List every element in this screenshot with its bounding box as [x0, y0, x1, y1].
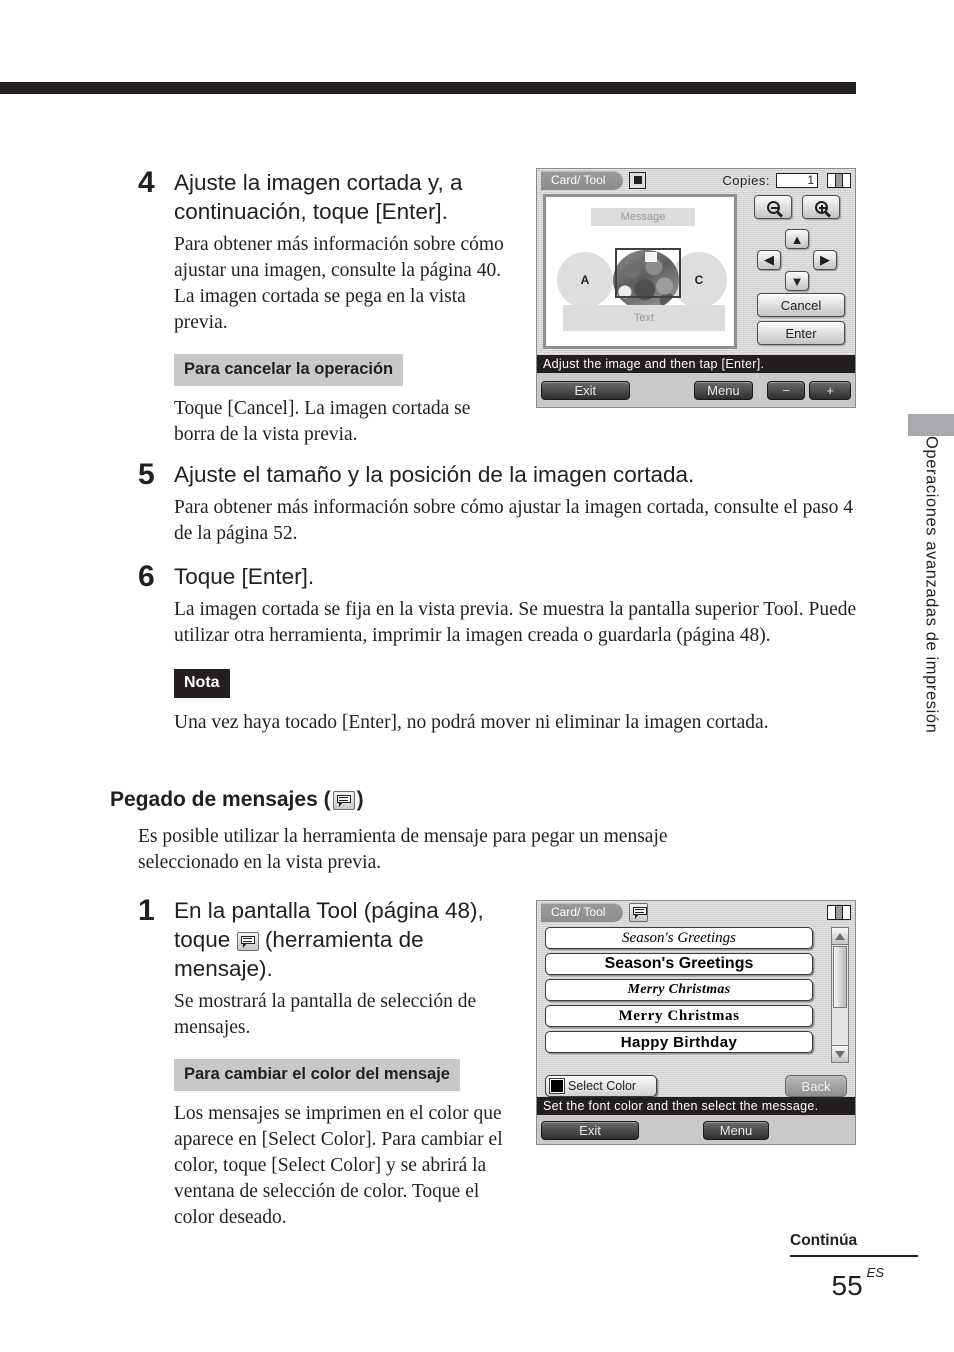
- back-button[interactable]: Back: [785, 1075, 847, 1097]
- page-number-value: 55: [831, 1270, 863, 1301]
- step-1-heading: En la pantalla Tool (página 48), toque (…: [174, 896, 513, 983]
- section-heading-text-before: Pegado de mensajes (: [110, 788, 331, 811]
- minus-button[interactable]: −: [767, 380, 806, 400]
- screen1-status-bar: Adjust the image and then tap [Enter].: [537, 355, 855, 373]
- device-screenshot-crop: Card/ Tool Copies: 1 Message A C Text ▲ …: [536, 168, 856, 408]
- step-1-number: 1: [138, 894, 155, 927]
- screen2-header: Card/ Tool: [537, 901, 855, 923]
- message-tool-icon-inline: [236, 932, 259, 951]
- step-6-heading: Toque [Enter].: [174, 564, 315, 589]
- move-down-button[interactable]: ▼: [785, 271, 809, 291]
- step-1: 1 En la pantalla Tool (página 48), toque…: [138, 896, 513, 1235]
- zoom-out-button[interactable]: [754, 195, 792, 219]
- section-intro: Es posible utilizar la herramienta de me…: [138, 826, 668, 873]
- note-badge: Nota: [174, 669, 230, 698]
- copies-label: Copies:: [722, 172, 770, 188]
- step-4-number: 4: [138, 166, 155, 199]
- list-item[interactable]: Happy Birthday: [545, 1031, 813, 1053]
- side-tab-label-wrap: Operaciones avanzadas de impresión: [908, 436, 954, 856]
- battery-icon-2: [827, 904, 851, 920]
- zoom-in-icon: [814, 200, 828, 214]
- list-item[interactable]: Merry Christmas: [545, 1005, 813, 1027]
- step-1-subheading: Para cambiar el color del mensaje: [174, 1059, 460, 1091]
- cancel-button[interactable]: Cancel: [757, 293, 845, 317]
- preview-canvas: Message A C Text: [549, 200, 731, 343]
- list-item[interactable]: Season's Greetings: [545, 953, 813, 975]
- step-4-body: Ajuste la imagen cortada y, a continuaci…: [174, 168, 508, 452]
- screen1-tab-pill[interactable]: Card/ Tool: [541, 170, 624, 190]
- exit-button-2[interactable]: Exit: [541, 1120, 639, 1140]
- text-placeholder[interactable]: Text: [563, 305, 725, 331]
- preview-area[interactable]: Message A C Text: [543, 194, 737, 349]
- list-item[interactable]: Season's Greetings: [545, 927, 813, 949]
- step-4-paragraph: Para obtener más información sobre cómo …: [174, 234, 504, 333]
- step-5: 5 Ajuste el tamaño y la posición de la i…: [138, 460, 858, 551]
- page-number: 55 ES: [790, 1265, 918, 1302]
- menu-button-2[interactable]: Menu: [703, 1120, 769, 1140]
- screen1-header: Card/ Tool Copies: 1: [537, 169, 855, 191]
- note-paragraph: Una vez haya tocado [Enter], no podrá mo…: [174, 712, 769, 733]
- step-1-sub-paragraph: Los mensajes se imprimen en el color que…: [174, 1102, 503, 1228]
- crop-selection-box[interactable]: [615, 248, 681, 298]
- select-color-button[interactable]: Select Color: [545, 1075, 657, 1097]
- color-swatch: [549, 1078, 565, 1094]
- step-6: 6 Toque [Enter]. La imagen cortada se fi…: [138, 562, 858, 740]
- page-lang-code: ES: [866, 1264, 884, 1280]
- scroll-up-arrow-icon[interactable]: [832, 928, 848, 945]
- copies-value[interactable]: 1: [776, 172, 818, 188]
- list-item[interactable]: Merry Christmas: [545, 979, 813, 1001]
- step-5-number: 5: [138, 458, 155, 491]
- plus-button[interactable]: +: [809, 380, 851, 400]
- move-left-button[interactable]: ◀: [757, 250, 781, 270]
- step-1-body: En la pantalla Tool (página 48), toque (…: [174, 896, 513, 1235]
- screen1-bottom-bar: Exit Menu − +: [537, 373, 855, 407]
- zoom-out-icon: [766, 200, 780, 214]
- battery-icon: [827, 172, 851, 188]
- step-4-sub-paragraph: Toque [Cancel]. La imagen cortada se bor…: [174, 397, 471, 445]
- message-list: Season's Greetings Season's Greetings Me…: [545, 927, 813, 1057]
- zoom-in-button[interactable]: [802, 195, 840, 219]
- step-6-paragraph: La imagen cortada se fija en la vista pr…: [174, 599, 857, 646]
- crop-tool-icon[interactable]: [629, 171, 647, 189]
- continued-label: Continúa: [790, 1232, 918, 1257]
- scrollbar-thumb[interactable]: [833, 946, 847, 1008]
- direction-pad: ▲ ▼ ◀ ▶: [743, 229, 851, 295]
- step-6-body: Toque [Enter]. La imagen cortada se fija…: [174, 562, 858, 740]
- step-1-paragraph: Se mostrará la pantalla de selección de …: [174, 991, 477, 1038]
- screen2-action-row: Select Color Back: [537, 1069, 855, 1097]
- screen1-controls: ▲ ▼ ◀ ▶ Cancel Enter: [743, 195, 851, 347]
- step-4-subheading: Para cancelar la operación: [174, 354, 404, 386]
- message-tool-icon-header[interactable]: [629, 902, 649, 922]
- exit-button[interactable]: Exit: [541, 380, 630, 400]
- section-heading: Pegado de mensajes ( ): [110, 788, 364, 812]
- step-6-number: 6: [138, 560, 155, 593]
- step-4-heading: Ajuste la imagen cortada y, a continuaci…: [174, 170, 463, 224]
- enter-button[interactable]: Enter: [757, 321, 845, 345]
- section-heading-text-after: ): [356, 788, 364, 811]
- select-color-label: Select Color: [568, 1079, 637, 1093]
- menu-button[interactable]: Menu: [693, 380, 754, 400]
- step-5-body: Ajuste el tamaño y la posición de la ima…: [174, 460, 858, 551]
- step-5-heading: Ajuste el tamaño y la posición de la ima…: [174, 462, 695, 487]
- screen2-bottom-bar: Exit Menu: [537, 1115, 855, 1144]
- screen2-status-bar: Set the font color and then select the m…: [537, 1097, 855, 1115]
- device-screenshot-message-select: Card/ Tool Season's Greetings Season's G…: [536, 900, 856, 1145]
- move-right-button[interactable]: ▶: [813, 250, 837, 270]
- step-5-paragraph: Para obtener más información sobre cómo …: [174, 497, 854, 544]
- side-tab-label: Operaciones avanzadas de impresión: [922, 436, 941, 734]
- zoom-controls: [743, 195, 851, 219]
- message-list-scrollbar[interactable]: [831, 927, 849, 1063]
- preview-circle-a: A: [557, 252, 613, 308]
- step-4: 4 Ajuste la imagen cortada y, a continua…: [138, 168, 508, 452]
- side-tab-marker: [908, 414, 954, 436]
- message-tool-icon: [332, 790, 355, 810]
- move-up-button[interactable]: ▲: [785, 229, 809, 249]
- screen2-tab-pill[interactable]: Card/ Tool: [541, 902, 624, 922]
- message-placeholder[interactable]: Message: [591, 208, 695, 226]
- scroll-down-arrow-icon[interactable]: [832, 1045, 848, 1062]
